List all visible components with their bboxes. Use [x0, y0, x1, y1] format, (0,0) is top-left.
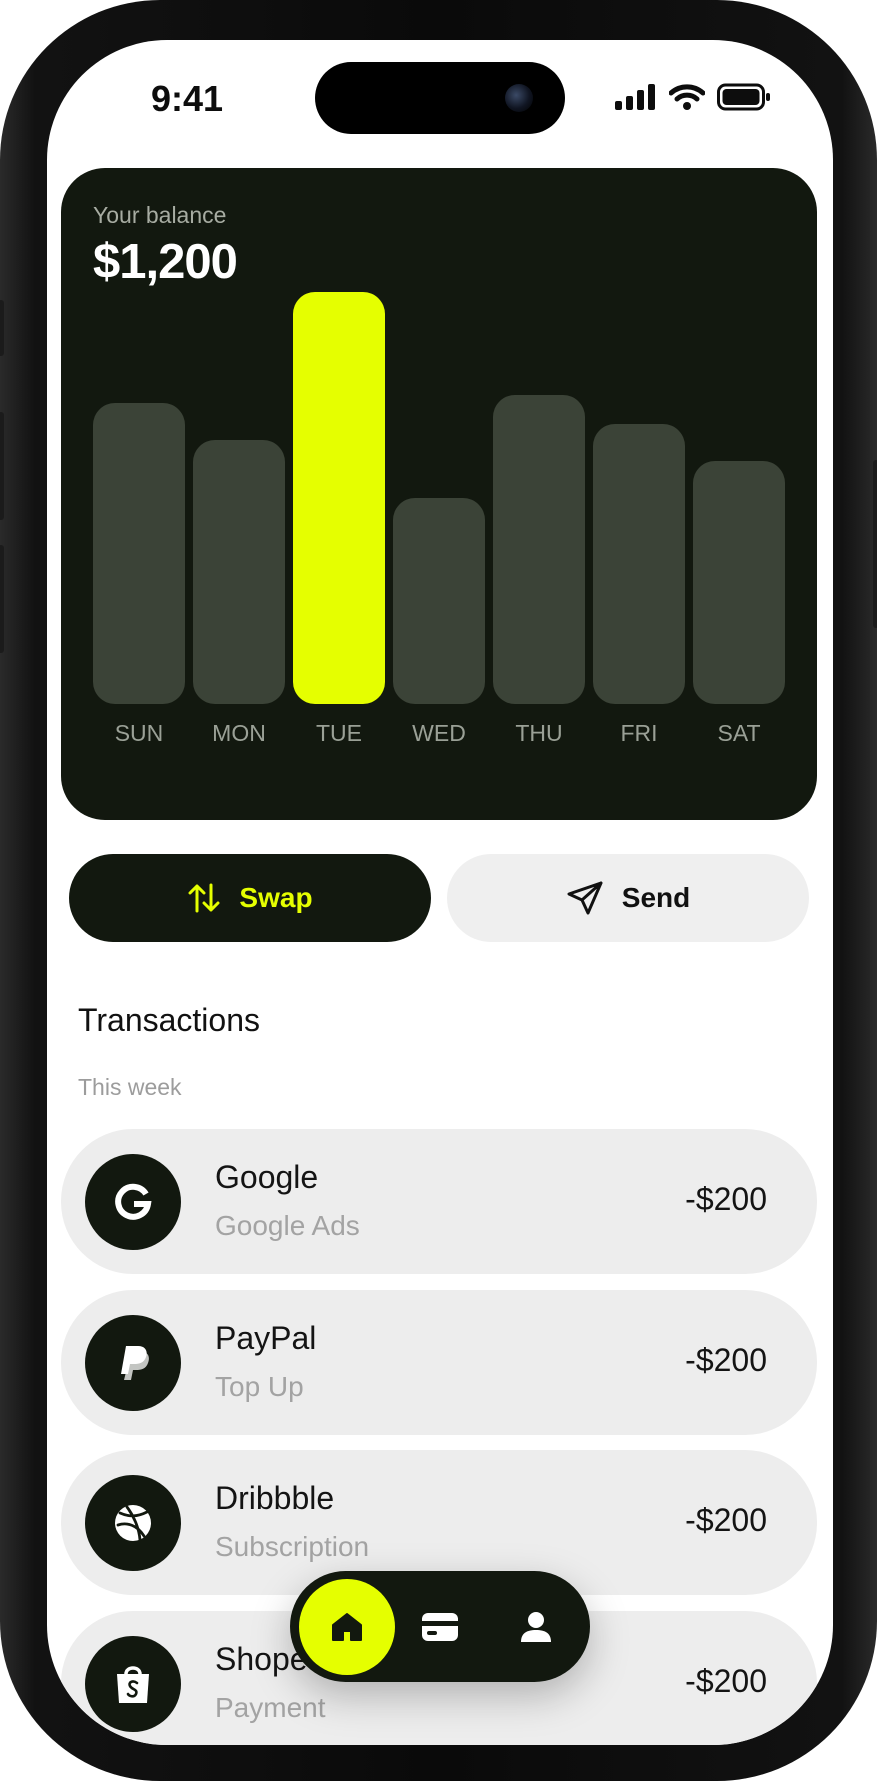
day-label-wed: WED — [412, 720, 466, 746]
bottom-nav — [290, 1571, 590, 1682]
day-label-fri: FRI — [620, 720, 658, 746]
day-label-thu: THU — [515, 720, 563, 746]
transaction-description: Subscription — [215, 1531, 370, 1562]
status-icons — [615, 82, 771, 112]
balance-card: Your balance $1,200 SUN MON TUE WED THU FRI SA… — [61, 168, 817, 820]
transactions-period: This week — [78, 1074, 182, 1100]
transaction-row[interactable]: Google Google Ads -$200 — [61, 1129, 817, 1274]
battery-icon — [717, 83, 770, 111]
transaction-name: Google — [215, 1159, 319, 1195]
transaction-amount: -$200 — [685, 1342, 767, 1378]
action-button — [0, 300, 4, 356]
nav-home[interactable] — [299, 1579, 395, 1675]
swap-arrows-icon — [188, 883, 220, 913]
nav-cards[interactable] — [392, 1579, 488, 1675]
transactions-title: Transactions — [78, 1002, 260, 1038]
balance-value: $1,200 — [93, 235, 238, 289]
balance-label: Your balance — [93, 202, 227, 228]
user-icon — [521, 1612, 551, 1642]
transaction-row[interactable]: PayPal Top Up -$200 — [61, 1290, 817, 1435]
cellular-signal-icon — [615, 84, 655, 110]
day-label-sun: SUN — [114, 720, 164, 746]
shopee-icon — [85, 1636, 181, 1732]
transaction-description: Google Ads — [215, 1210, 360, 1241]
volume-down-button — [0, 545, 4, 653]
bar-wed[interactable] — [393, 498, 485, 704]
send-label: Send — [621, 882, 691, 913]
transaction-amount: -$200 — [685, 1502, 767, 1538]
day-label-tue: TUE — [316, 720, 362, 746]
swap-label: Swap — [239, 882, 313, 913]
transaction-amount: -$200 — [685, 1663, 767, 1699]
card-icon — [422, 1613, 458, 1641]
google-icon — [85, 1154, 181, 1250]
day-label-mon: MON — [212, 720, 266, 746]
camera-icon — [505, 84, 533, 112]
bar-mon[interactable] — [193, 440, 285, 704]
bar-fri[interactable] — [593, 423, 685, 704]
bar-sat[interactable] — [693, 460, 785, 704]
dynamic-island — [315, 62, 565, 134]
day-label-sat: SAT — [717, 720, 761, 746]
bar-thu[interactable] — [493, 395, 585, 704]
bar-sun[interactable] — [93, 403, 185, 704]
swap-button[interactable]: Swap — [69, 854, 431, 942]
phone-frame: 9:41 Your balance $1,200 SUN MON TUE WED… — [0, 0, 877, 1781]
wifi-icon — [669, 84, 705, 110]
send-icon — [567, 881, 603, 915]
transaction-name: PayPal — [215, 1320, 317, 1356]
dribbble-icon — [85, 1475, 181, 1571]
transaction-description: Top Up — [215, 1371, 304, 1402]
transaction-amount: -$200 — [685, 1181, 767, 1217]
power-button — [873, 460, 877, 628]
volume-up-button — [0, 412, 4, 520]
transaction-description: Payment — [215, 1692, 326, 1723]
paypal-icon — [85, 1315, 181, 1411]
bar-tue[interactable] — [293, 292, 385, 704]
transaction-name: Dribbble — [215, 1480, 335, 1516]
status-time: 9:41 — [151, 78, 224, 119]
nav-profile[interactable] — [488, 1579, 584, 1675]
send-button[interactable]: Send — [447, 854, 809, 942]
home-icon — [332, 1613, 362, 1641]
screen: 9:41 Your balance $1,200 SUN MON TUE WED… — [47, 40, 833, 1745]
